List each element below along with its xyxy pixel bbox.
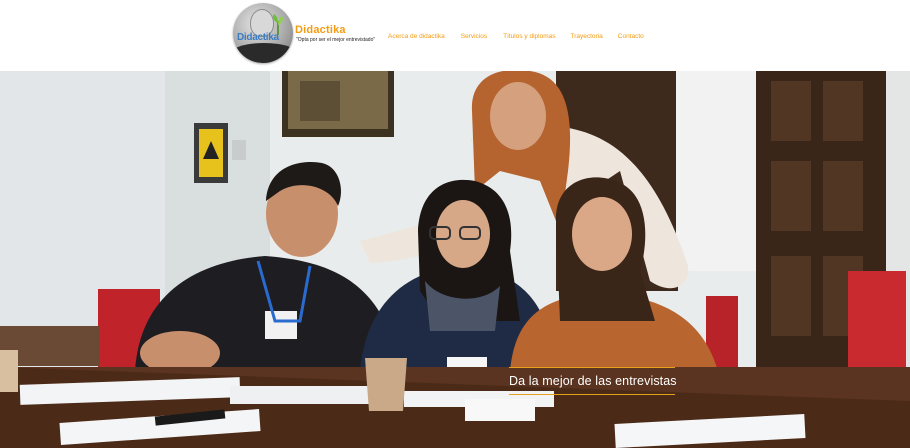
site-header: Didactika Didactika "Opta por ser el mej… xyxy=(0,0,910,71)
nav-link-acerca[interactable]: Acerca de didactika xyxy=(388,31,445,43)
brand-name[interactable]: Didactika xyxy=(295,24,346,36)
nav-link-contacto[interactable]: Contacto xyxy=(618,31,644,43)
brand-tagline: "Opta por ser el mejor entrevistado" xyxy=(296,37,376,43)
logo-badge-text: Didactika xyxy=(237,32,279,43)
hero-banner: Da la mejor de las entrevistas xyxy=(0,71,910,448)
logo-swoosh xyxy=(233,43,293,63)
hero-photo xyxy=(0,71,910,448)
main-nav: Acerca de didactika Servicios Títulos y … xyxy=(388,31,644,43)
nav-link-titulos[interactable]: Títulos y diplomas xyxy=(503,31,555,43)
hero-caption: Da la mejor de las entrevistas xyxy=(509,367,677,395)
logo-badge[interactable]: Didactika xyxy=(233,3,293,63)
nav-link-trayectoria[interactable]: Trayectoria xyxy=(571,31,603,43)
nav-link-servicios[interactable]: Servicios xyxy=(461,31,487,43)
